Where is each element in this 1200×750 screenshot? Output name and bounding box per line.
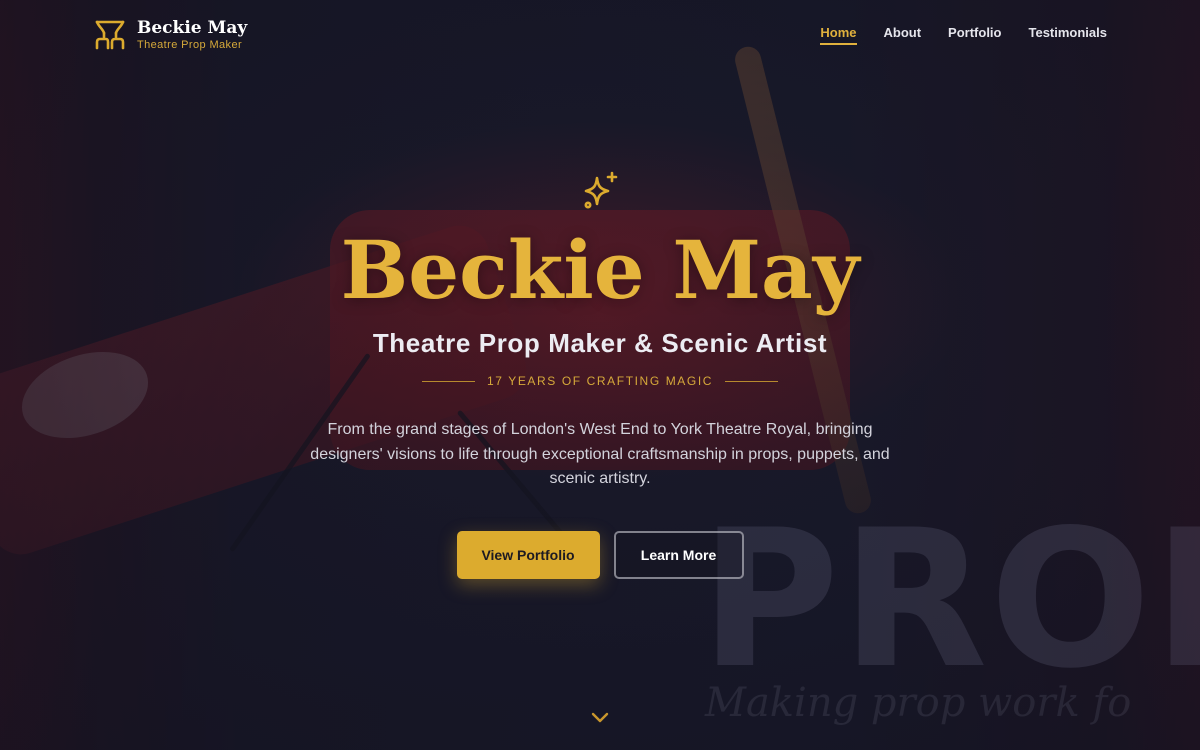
hero-subtitle: Theatre Prop Maker & Scenic Artist [372, 328, 828, 358]
chevron-down-icon[interactable] [589, 708, 611, 726]
hero-tagline: 17 YEARS OF CRAFTING MAGIC [486, 374, 714, 388]
sparkle-icon [584, 171, 618, 209]
brand-name: Beckie May [137, 18, 248, 38]
nav-link-about[interactable]: About [884, 25, 922, 45]
site-header: Beckie May Theatre Prop Maker Home About… [0, 0, 1200, 70]
hero-section: Beckie May Theatre Prop Maker & Scenic A… [0, 0, 1200, 750]
nav-link-testimonials[interactable]: Testimonials [1028, 25, 1107, 45]
view-portfolio-button[interactable]: View Portfolio [456, 531, 600, 579]
brand-logo-link[interactable]: Beckie May Theatre Prop Maker [94, 18, 247, 52]
nav-link-home[interactable]: Home [820, 25, 857, 45]
nav-link-portfolio[interactable]: Portfolio [948, 25, 1001, 45]
hero-cta-group: View Portfolio Learn More [0, 531, 1200, 579]
hero-description: From the grand stages of London's West E… [310, 421, 890, 487]
main-nav: Home About Portfolio Testimonials [820, 25, 1107, 45]
learn-more-button[interactable]: Learn More [613, 531, 744, 579]
brand-tagline: Theatre Prop Maker [137, 39, 243, 51]
tagline-divider-left [421, 380, 475, 382]
tagline-divider-right [725, 380, 779, 382]
brand-text: Beckie May Theatre Prop Maker [137, 18, 247, 52]
hero-tagline-row: 17 YEARS OF CRAFTING MAGIC [0, 374, 1200, 388]
hero-title: Beckie May [340, 223, 860, 317]
theatre-curtain-icon [95, 20, 125, 50]
